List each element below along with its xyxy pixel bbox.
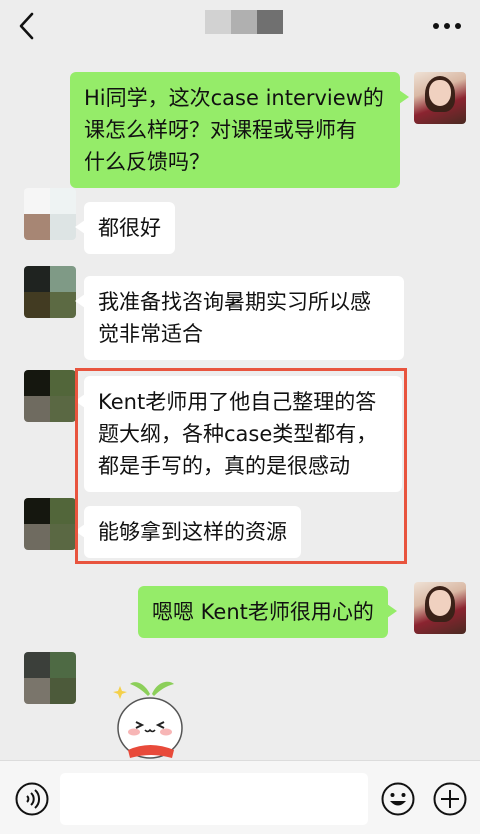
chat-header [0, 0, 480, 52]
emoji-button[interactable] [380, 781, 416, 817]
my-avatar[interactable] [414, 582, 466, 634]
contact-avatar[interactable] [24, 188, 76, 240]
input-bar [0, 760, 480, 834]
contact-avatar[interactable] [24, 266, 76, 318]
message-bubble-incoming[interactable]: 都很好 [75, 202, 175, 254]
more-dots-icon [433, 23, 461, 29]
contact-avatar[interactable] [24, 370, 76, 422]
emoji-icon [381, 782, 415, 816]
highlight-box [75, 368, 407, 564]
message-bubble-incoming[interactable]: 我准备找咨询暑期实习所以感 觉非常适合 [75, 276, 404, 360]
my-avatar[interactable] [414, 72, 466, 124]
contact-avatar[interactable] [24, 652, 76, 704]
plus-icon [433, 782, 467, 816]
more-button[interactable] [432, 18, 462, 32]
message-bubble-outgoing[interactable]: Hi同学，这次case interview的 课怎么样呀？对课程或导师有 什么反… [70, 72, 409, 188]
message-input[interactable] [60, 773, 368, 825]
contact-name-blurred [205, 10, 283, 34]
contact-avatar[interactable] [24, 498, 76, 550]
voice-button[interactable] [14, 781, 50, 817]
sticker-message[interactable] [100, 672, 200, 762]
message-bubble-outgoing[interactable]: 嗯嗯 Kent老师很用心的 [138, 586, 397, 638]
chevron-left-icon [19, 12, 34, 40]
more-actions-button[interactable] [432, 781, 468, 817]
back-button[interactable] [14, 10, 44, 42]
cute-sprout-sticker-icon [113, 681, 183, 759]
voice-icon [15, 782, 49, 816]
